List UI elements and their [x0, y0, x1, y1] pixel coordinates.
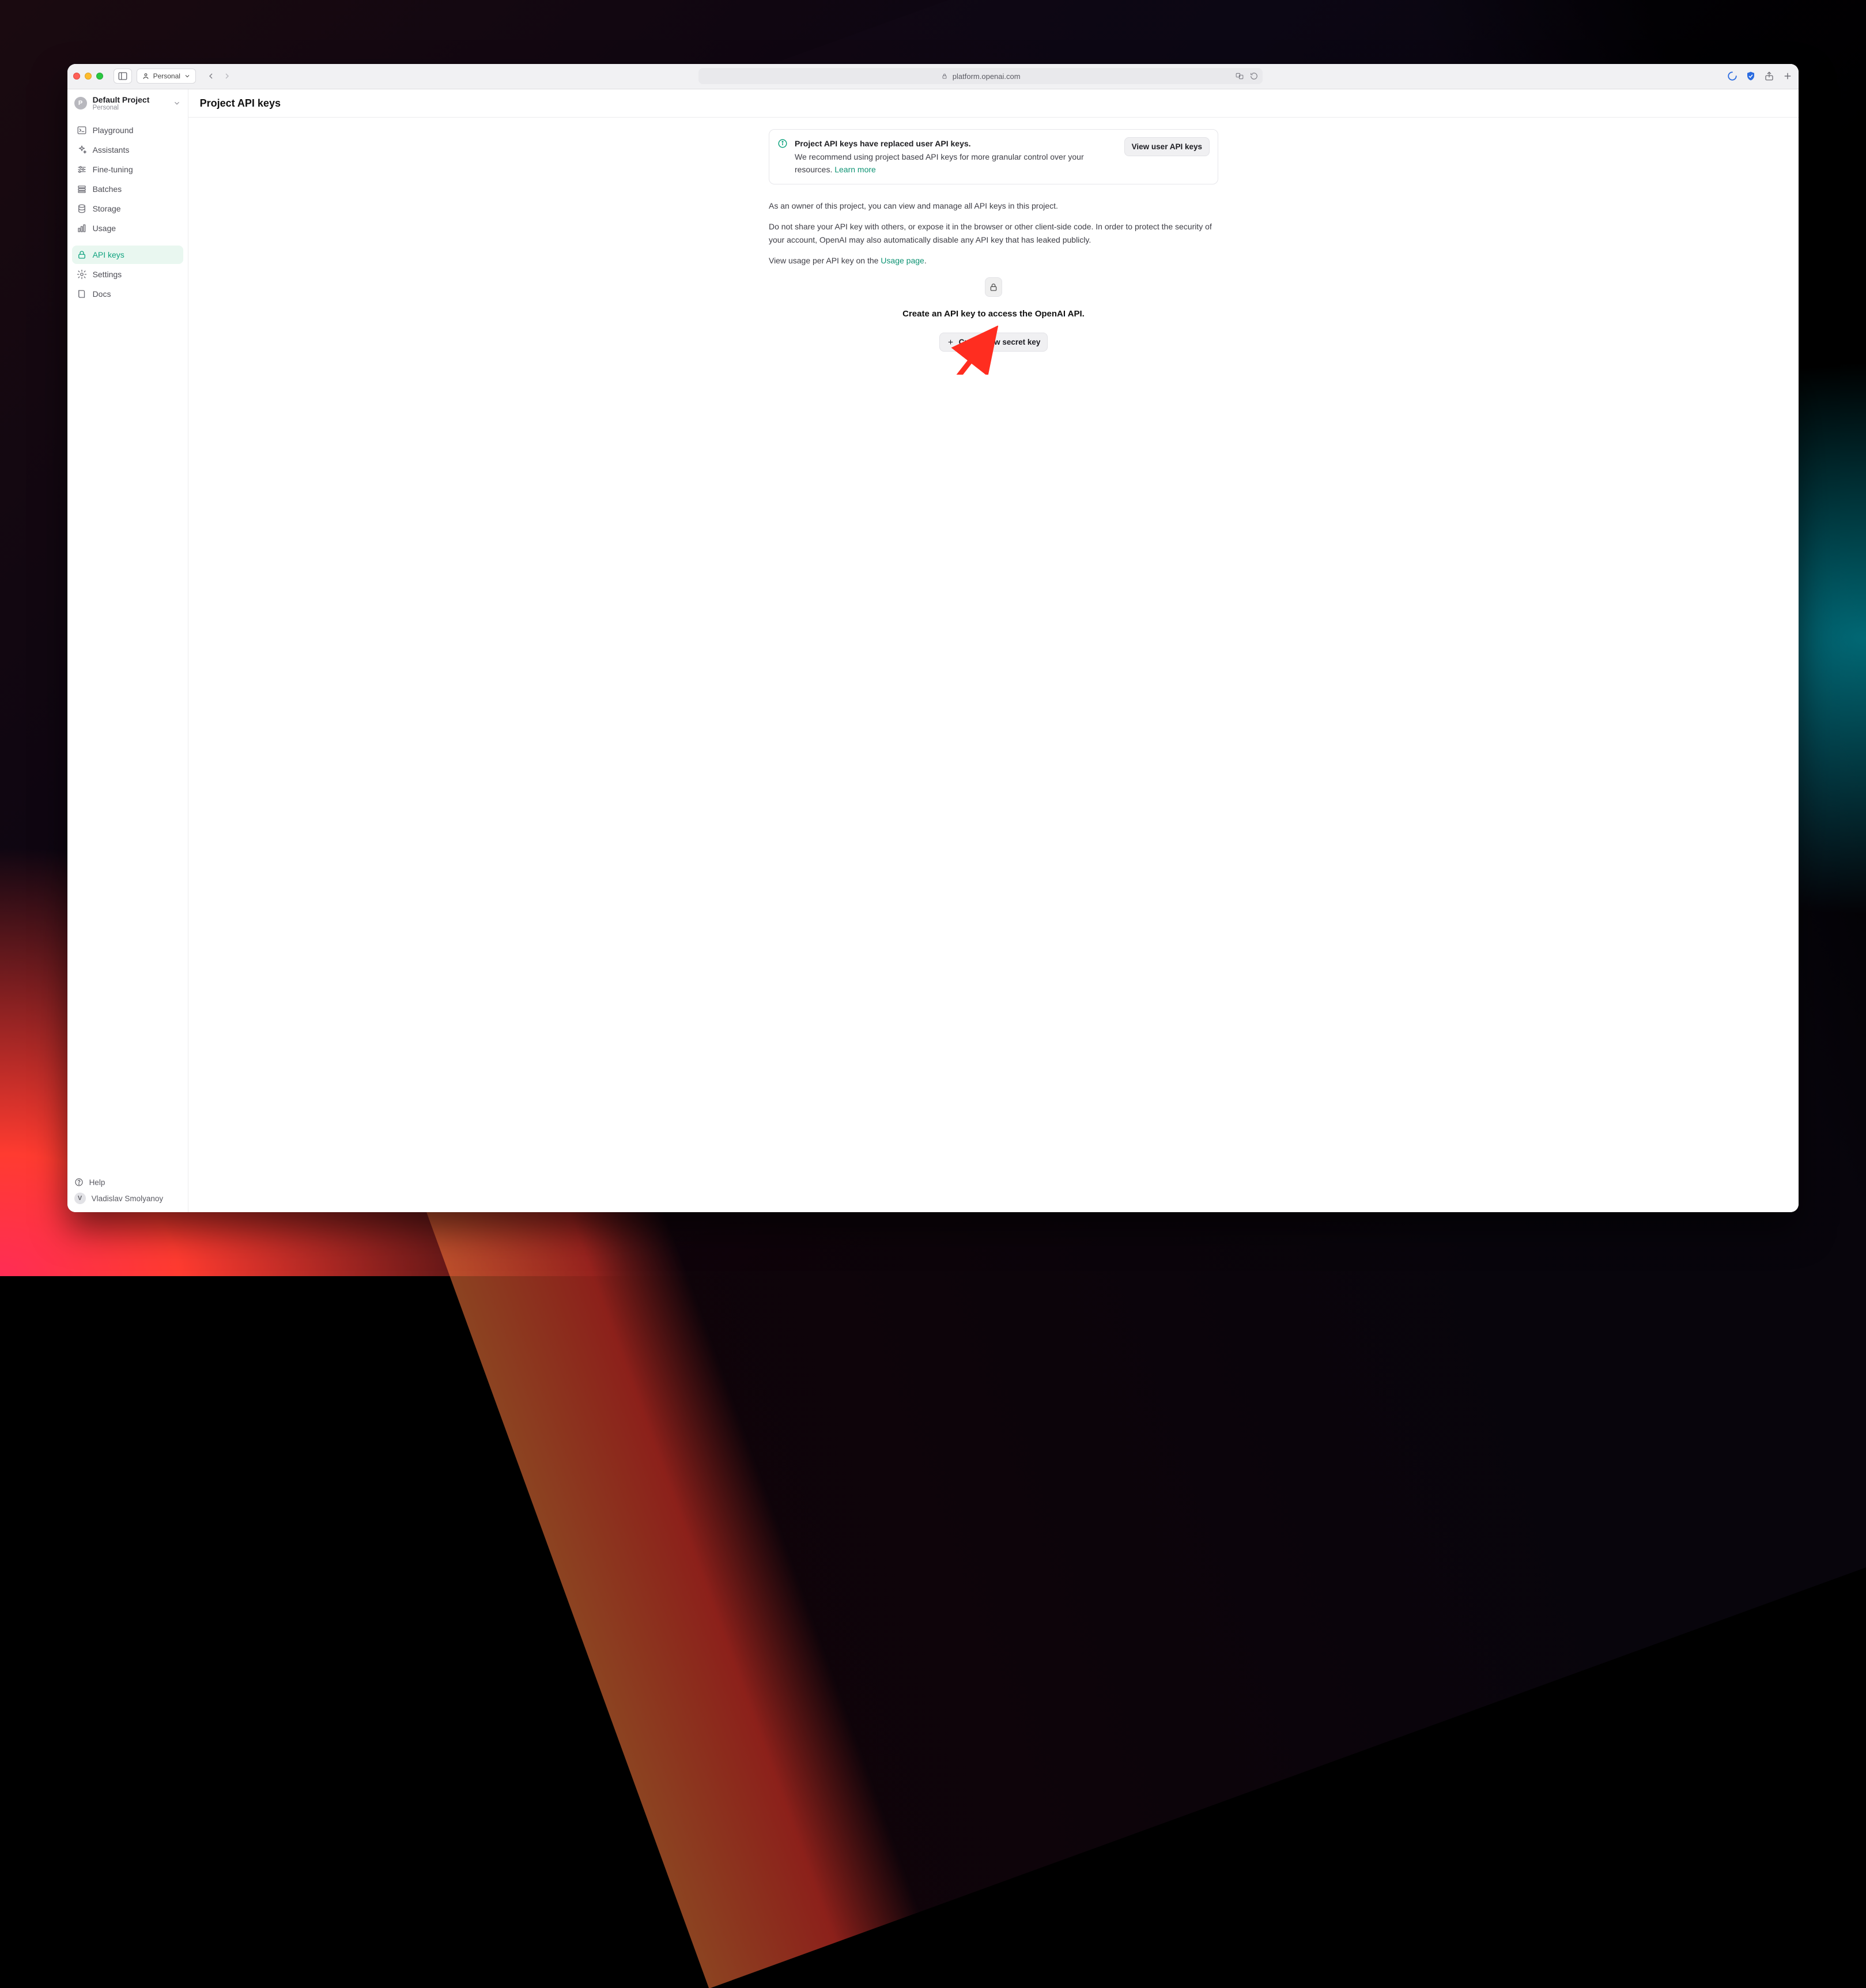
- learn-more-link[interactable]: Learn more: [834, 165, 876, 174]
- panel-left-icon: [118, 71, 128, 81]
- sidebar-item-label: API keys: [93, 250, 124, 259]
- lock-icon: [941, 73, 948, 80]
- sidebar-toggle-button[interactable]: [114, 69, 132, 84]
- loading-spinner-icon[interactable]: [1727, 71, 1737, 81]
- callout-body: We recommend using project based API key…: [795, 150, 1117, 176]
- safari-window: Personal platform.openai.com: [67, 64, 1799, 1213]
- create-secret-key-button[interactable]: Create new secret key: [939, 333, 1048, 352]
- toolbar-right: [1727, 71, 1793, 81]
- barchart-icon: [77, 223, 87, 233]
- sidebar-item-batches[interactable]: Batches: [72, 180, 183, 198]
- help-link[interactable]: Help: [74, 1178, 181, 1187]
- address-text: platform.openai.com: [953, 72, 1021, 81]
- sidebar-item-playground[interactable]: Playground: [72, 121, 183, 139]
- sidebar-item-assistants[interactable]: Assistants: [72, 141, 183, 159]
- chevron-down-icon: [184, 73, 191, 80]
- sidebar-item-settings[interactable]: Settings: [72, 265, 183, 284]
- share-icon[interactable]: [1764, 71, 1774, 81]
- main-content: Project API keys Project API keys have r…: [188, 89, 1799, 1213]
- project-avatar: P: [74, 97, 87, 110]
- sidebar-item-label: Storage: [93, 204, 121, 213]
- sparkles-icon: [77, 145, 87, 155]
- usage-page-link[interactable]: Usage page: [881, 256, 924, 265]
- browser-toolbar: Personal platform.openai.com: [67, 64, 1799, 89]
- terminal-icon: [77, 125, 87, 135]
- window-close-button[interactable]: [73, 73, 80, 80]
- sidebar: P Default Project Personal Playground Ass…: [67, 89, 188, 1213]
- forward-button[interactable]: [220, 69, 234, 83]
- gear-icon: [77, 269, 87, 280]
- info-icon: [777, 138, 788, 149]
- sidebar-item-label: Settings: [93, 270, 122, 279]
- new-tab-icon[interactable]: [1782, 71, 1793, 81]
- profile-label: Personal: [153, 72, 180, 80]
- page-title: Project API keys: [188, 89, 1799, 118]
- window-controls: [73, 73, 103, 80]
- empty-state-title: Create an API key to access the OpenAI A…: [769, 307, 1218, 321]
- description-paragraph-3: View usage per API key on the Usage page…: [769, 254, 1218, 267]
- book-icon: [77, 289, 87, 299]
- sidebar-item-usage[interactable]: Usage: [72, 219, 183, 237]
- window-zoom-button[interactable]: [96, 73, 103, 80]
- sidebar-item-finetuning[interactable]: Fine-tuning: [72, 160, 183, 179]
- profile-switcher[interactable]: Personal: [137, 69, 196, 84]
- sidebar-item-label: Fine-tuning: [93, 165, 133, 174]
- sidebar-item-label: Usage: [93, 224, 116, 233]
- chevron-down-icon: [173, 99, 181, 107]
- address-actions: [1235, 72, 1258, 80]
- view-user-keys-button[interactable]: View user API keys: [1124, 137, 1210, 156]
- sidebar-item-apikeys[interactable]: API keys: [72, 246, 183, 264]
- address-bar[interactable]: platform.openai.com: [698, 68, 1263, 84]
- extension-shield-icon[interactable]: [1746, 71, 1756, 81]
- window-minimize-button[interactable]: [85, 73, 92, 80]
- callout-title: Project API keys have replaced user API …: [795, 137, 1117, 150]
- sidebar-footer: Help V Vladislav Smolyanoy: [67, 1173, 188, 1212]
- user-avatar: V: [74, 1193, 86, 1204]
- help-label: Help: [89, 1178, 105, 1187]
- sidebar-nav: Playground Assistants Fine-tuning Batches St…: [67, 118, 188, 307]
- page-body: P Default Project Personal Playground Ass…: [67, 89, 1799, 1213]
- database-icon: [77, 203, 87, 214]
- lock-icon: [989, 282, 998, 292]
- help-icon: [74, 1178, 84, 1187]
- sidebar-item-label: Docs: [93, 289, 111, 299]
- sidebar-item-label: Playground: [93, 126, 134, 135]
- empty-state: Create an API key to access the OpenAI A…: [769, 277, 1218, 352]
- chevron-right-icon: [222, 71, 232, 81]
- project-switcher[interactable]: P Default Project Personal: [67, 89, 188, 118]
- sidebar-item-storage[interactable]: Storage: [72, 199, 183, 218]
- back-button[interactable]: [204, 69, 218, 83]
- nav-arrows: [204, 69, 234, 83]
- sidebar-item-label: Batches: [93, 184, 122, 194]
- reload-icon[interactable]: [1250, 72, 1258, 80]
- account-menu[interactable]: V Vladislav Smolyanoy: [74, 1193, 181, 1204]
- user-name: Vladislav Smolyanoy: [92, 1194, 164, 1203]
- sidebar-item-docs[interactable]: Docs: [72, 285, 183, 303]
- person-icon: [142, 72, 150, 80]
- chevron-left-icon: [206, 71, 216, 81]
- stack-icon: [77, 184, 87, 194]
- create-secret-key-label: Create new secret key: [959, 338, 1041, 346]
- empty-state-icon-tile: [985, 277, 1002, 297]
- description-paragraph-2: Do not share your API key with others, o…: [769, 220, 1218, 246]
- info-callout: Project API keys have replaced user API …: [769, 129, 1218, 184]
- sidebar-item-label: Assistants: [93, 145, 130, 154]
- plus-icon: [947, 338, 954, 346]
- project-subtitle: Personal: [93, 104, 167, 112]
- lock-icon: [77, 250, 87, 260]
- project-name: Default Project: [93, 95, 167, 104]
- description-paragraph-1: As an owner of this project, you can vie…: [769, 199, 1218, 212]
- sliders-icon: [77, 164, 87, 175]
- translate-icon[interactable]: [1235, 72, 1244, 80]
